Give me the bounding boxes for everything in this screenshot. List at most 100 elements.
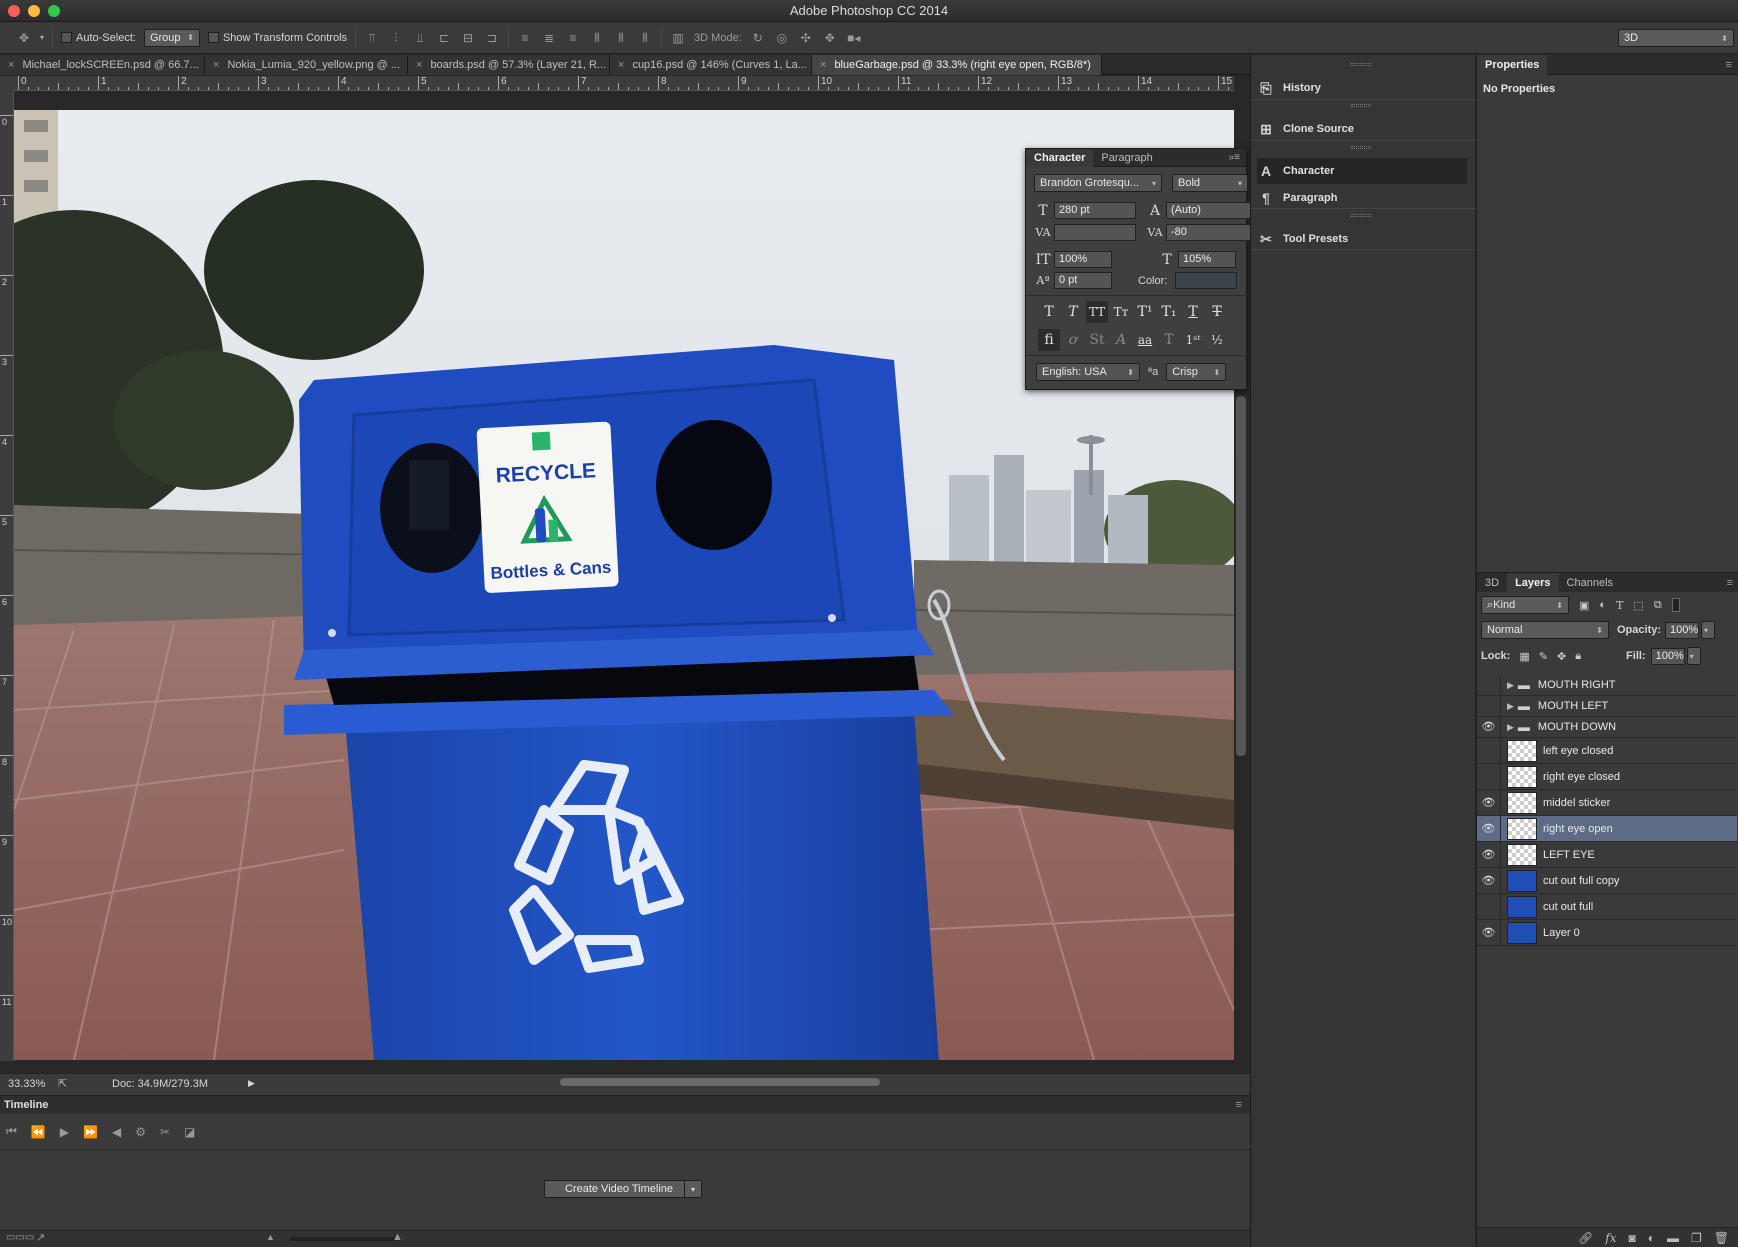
text-color-swatch[interactable] <box>1175 272 1238 289</box>
visibility-toggle[interactable] <box>1477 763 1501 790</box>
status-menu-arrow-icon[interactable]: ▶ <box>248 1078 255 1089</box>
horizontal-ruler[interactable]: 0 1 2 3 4 5 6 7 8 9 10 11 12 13 14 15 <box>14 76 1234 91</box>
expand-group-chevron-icon[interactable]: ▶ <box>1507 680 1514 691</box>
lock-transparent-icon[interactable]: ▦ <box>1519 650 1529 663</box>
vertical-ruler[interactable]: 0 1 2 3 4 5 6 7 8 9 10 11 <box>0 91 14 1061</box>
timeline-zoom-slider[interactable] <box>290 1237 400 1241</box>
close-tab-icon[interactable]: × <box>213 59 219 71</box>
visibility-eye-icon[interactable]: 👁︎ <box>1477 841 1501 868</box>
layer-row[interactable]: right eye closed <box>1477 763 1737 790</box>
distribute-top-icon[interactable]: ≡ <box>517 31 533 45</box>
layer-name[interactable]: right eye open <box>1543 823 1613 835</box>
layer-name[interactable]: MOUTH LEFT <box>1538 700 1608 712</box>
layer-name[interactable]: left eye closed <box>1543 745 1613 757</box>
lock-image-brush-icon[interactable]: ✎ <box>1539 650 1548 663</box>
show-transform-checkbox[interactable] <box>207 32 219 44</box>
layer-row[interactable]: ▶ ▬ MOUTH LEFT <box>1477 695 1737 717</box>
tab-paragraph[interactable]: Paragraph <box>1093 149 1160 167</box>
visibility-eye-icon[interactable]: 👁︎ <box>1477 716 1501 738</box>
kerning-input[interactable] <box>1054 224 1136 241</box>
layer-row[interactable]: left eye closed <box>1477 737 1737 764</box>
layer-name[interactable]: cut out full copy <box>1543 875 1619 887</box>
leading-input[interactable]: (Auto) <box>1166 202 1252 219</box>
align-top-icon[interactable]: ⫪ <box>364 31 380 45</box>
baseline-shift-input[interactable]: 0 pt <box>1054 272 1112 289</box>
visibility-eye-icon[interactable]: 👁︎ <box>1477 789 1501 816</box>
zoom-out-icon[interactable]: ▲ <box>266 1232 275 1242</box>
timeline-type-dropdown-icon[interactable]: ▾ <box>684 1180 702 1198</box>
panel-menu-icon[interactable]: ≡ <box>1236 1096 1242 1114</box>
font-family-dropdown[interactable]: Brandon Grotesqu... ▾ <box>1034 174 1162 192</box>
transition-icon[interactable]: ◪ <box>184 1125 195 1139</box>
add-mask-icon[interactable]: ◙ <box>1629 1231 1636 1245</box>
panel-button-character[interactable]: A Character <box>1257 158 1467 184</box>
zoom-level[interactable]: 33.33% <box>8 1078 45 1090</box>
ruler-corner[interactable] <box>0 76 14 91</box>
distribute-right-icon[interactable]: ⦀ <box>637 31 653 45</box>
layer-name[interactable]: MOUTH DOWN <box>1538 721 1616 733</box>
expand-group-chevron-icon[interactable]: ▶ <box>1507 701 1514 712</box>
opacity-input[interactable]: 100% <box>1665 621 1700 639</box>
vertical-scrollbar[interactable] <box>1236 396 1246 756</box>
share-icon[interactable]: ⇱ <box>58 1077 67 1090</box>
faux-italic-button[interactable]: T <box>1062 301 1084 323</box>
auto-select-checkbox[interactable] <box>61 32 73 44</box>
3d-drag-icon[interactable]: ✣ <box>798 31 814 45</box>
font-style-dropdown[interactable]: Bold ▾ <box>1172 174 1248 192</box>
layer-row[interactable]: 👁︎ LEFT EYE <box>1477 841 1737 868</box>
panel-menu-icon[interactable]: ≡ <box>1726 59 1732 71</box>
align-left-icon[interactable]: ⊏ <box>436 31 452 45</box>
blend-mode-dropdown[interactable]: Normal ⬍ <box>1481 621 1609 639</box>
layer-row[interactable]: ▶ ▬ MOUTH RIGHT <box>1477 674 1737 696</box>
workspace-dropdown[interactable]: 3D ⬍ <box>1618 29 1734 47</box>
small-caps-button[interactable]: Tт <box>1110 301 1132 323</box>
tracking-input[interactable]: -80 <box>1166 224 1252 241</box>
filter-smart-object-icon[interactable]: ⧉ <box>1654 599 1662 612</box>
strikethrough-button[interactable]: T <box>1206 301 1228 323</box>
layer-style-fx-icon[interactable]: fx <box>1605 1231 1616 1245</box>
layer-name[interactable]: cut out full <box>1543 901 1593 913</box>
layer-row[interactable]: 👁︎ Layer 0 <box>1477 919 1737 946</box>
expand-group-chevron-icon[interactable]: ▶ <box>1507 722 1514 733</box>
settings-gear-icon[interactable]: ⚙ <box>135 1125 146 1139</box>
layer-row[interactable]: cut out full <box>1477 893 1737 920</box>
language-dropdown[interactable]: English: USA ⬍ <box>1036 363 1140 381</box>
visibility-eye-icon[interactable]: 👁︎ <box>1477 919 1501 946</box>
frame-mode-icon[interactable]: ▭▭▭ <box>6 1232 34 1243</box>
tab-layers[interactable]: Layers <box>1507 572 1559 593</box>
tab-properties[interactable]: Properties <box>1477 54 1548 75</box>
lock-position-icon[interactable]: ✥ <box>1557 650 1566 663</box>
document-tab[interactable]: × boards.psd @ 57.3% (Layer 21, R... <box>408 55 610 75</box>
panel-button-clone-source[interactable]: ⊞ Clone Source <box>1257 116 1467 142</box>
close-tab-icon[interactable]: × <box>618 59 624 71</box>
previous-frame-icon[interactable]: ⏪ <box>31 1125 46 1139</box>
panel-grip[interactable] <box>1351 214 1371 217</box>
tab-channels[interactable]: Channels <box>1559 573 1621 593</box>
align-hcenter-icon[interactable]: ⊟ <box>460 31 476 45</box>
split-scissors-icon[interactable]: ✂ <box>160 1125 170 1139</box>
fractions-button[interactable]: ½ <box>1206 329 1228 351</box>
layer-name[interactable]: LEFT EYE <box>1543 849 1595 861</box>
new-layer-icon[interactable]: ❐ <box>1691 1231 1702 1245</box>
subscript-button[interactable]: T₁ <box>1158 301 1180 323</box>
horizontal-scale-input[interactable]: 105% <box>1178 251 1236 268</box>
tool-preset-chevron-icon[interactable]: ▾ <box>40 33 44 42</box>
ornaments-button[interactable]: T <box>1158 329 1180 351</box>
layer-filter-dropdown[interactable]: ⌕Kind ⬍ <box>1481 596 1569 614</box>
layer-row[interactable]: 👁︎ ▶ ▬ MOUTH DOWN <box>1477 716 1737 738</box>
link-layers-icon[interactable]: 🔗︎ <box>1578 1231 1593 1245</box>
visibility-toggle[interactable] <box>1477 695 1501 717</box>
3d-slide-icon[interactable]: ✥ <box>822 31 838 45</box>
3d-rotate-icon[interactable]: ↻ <box>750 31 766 45</box>
new-adjustment-icon[interactable]: ◐ <box>1648 1231 1655 1245</box>
align-bottom-icon[interactable]: ⫫ <box>412 31 428 45</box>
layer-name[interactable]: MOUTH RIGHT <box>1538 679 1616 691</box>
filter-type-icon[interactable]: T <box>1616 599 1623 612</box>
minimize-window-button[interactable] <box>28 5 40 17</box>
old-style-button[interactable]: ơ <box>1062 329 1084 351</box>
vertical-scale-input[interactable]: 100% <box>1054 251 1112 268</box>
show-transform-toggle[interactable]: Show Transform Controls <box>207 32 347 44</box>
ordinals-button[interactable]: 1ˢᵗ <box>1182 329 1204 351</box>
filter-adjustment-icon[interactable]: ◐ <box>1599 599 1606 611</box>
3d-scale-icon[interactable]: ■◂ <box>846 31 862 45</box>
